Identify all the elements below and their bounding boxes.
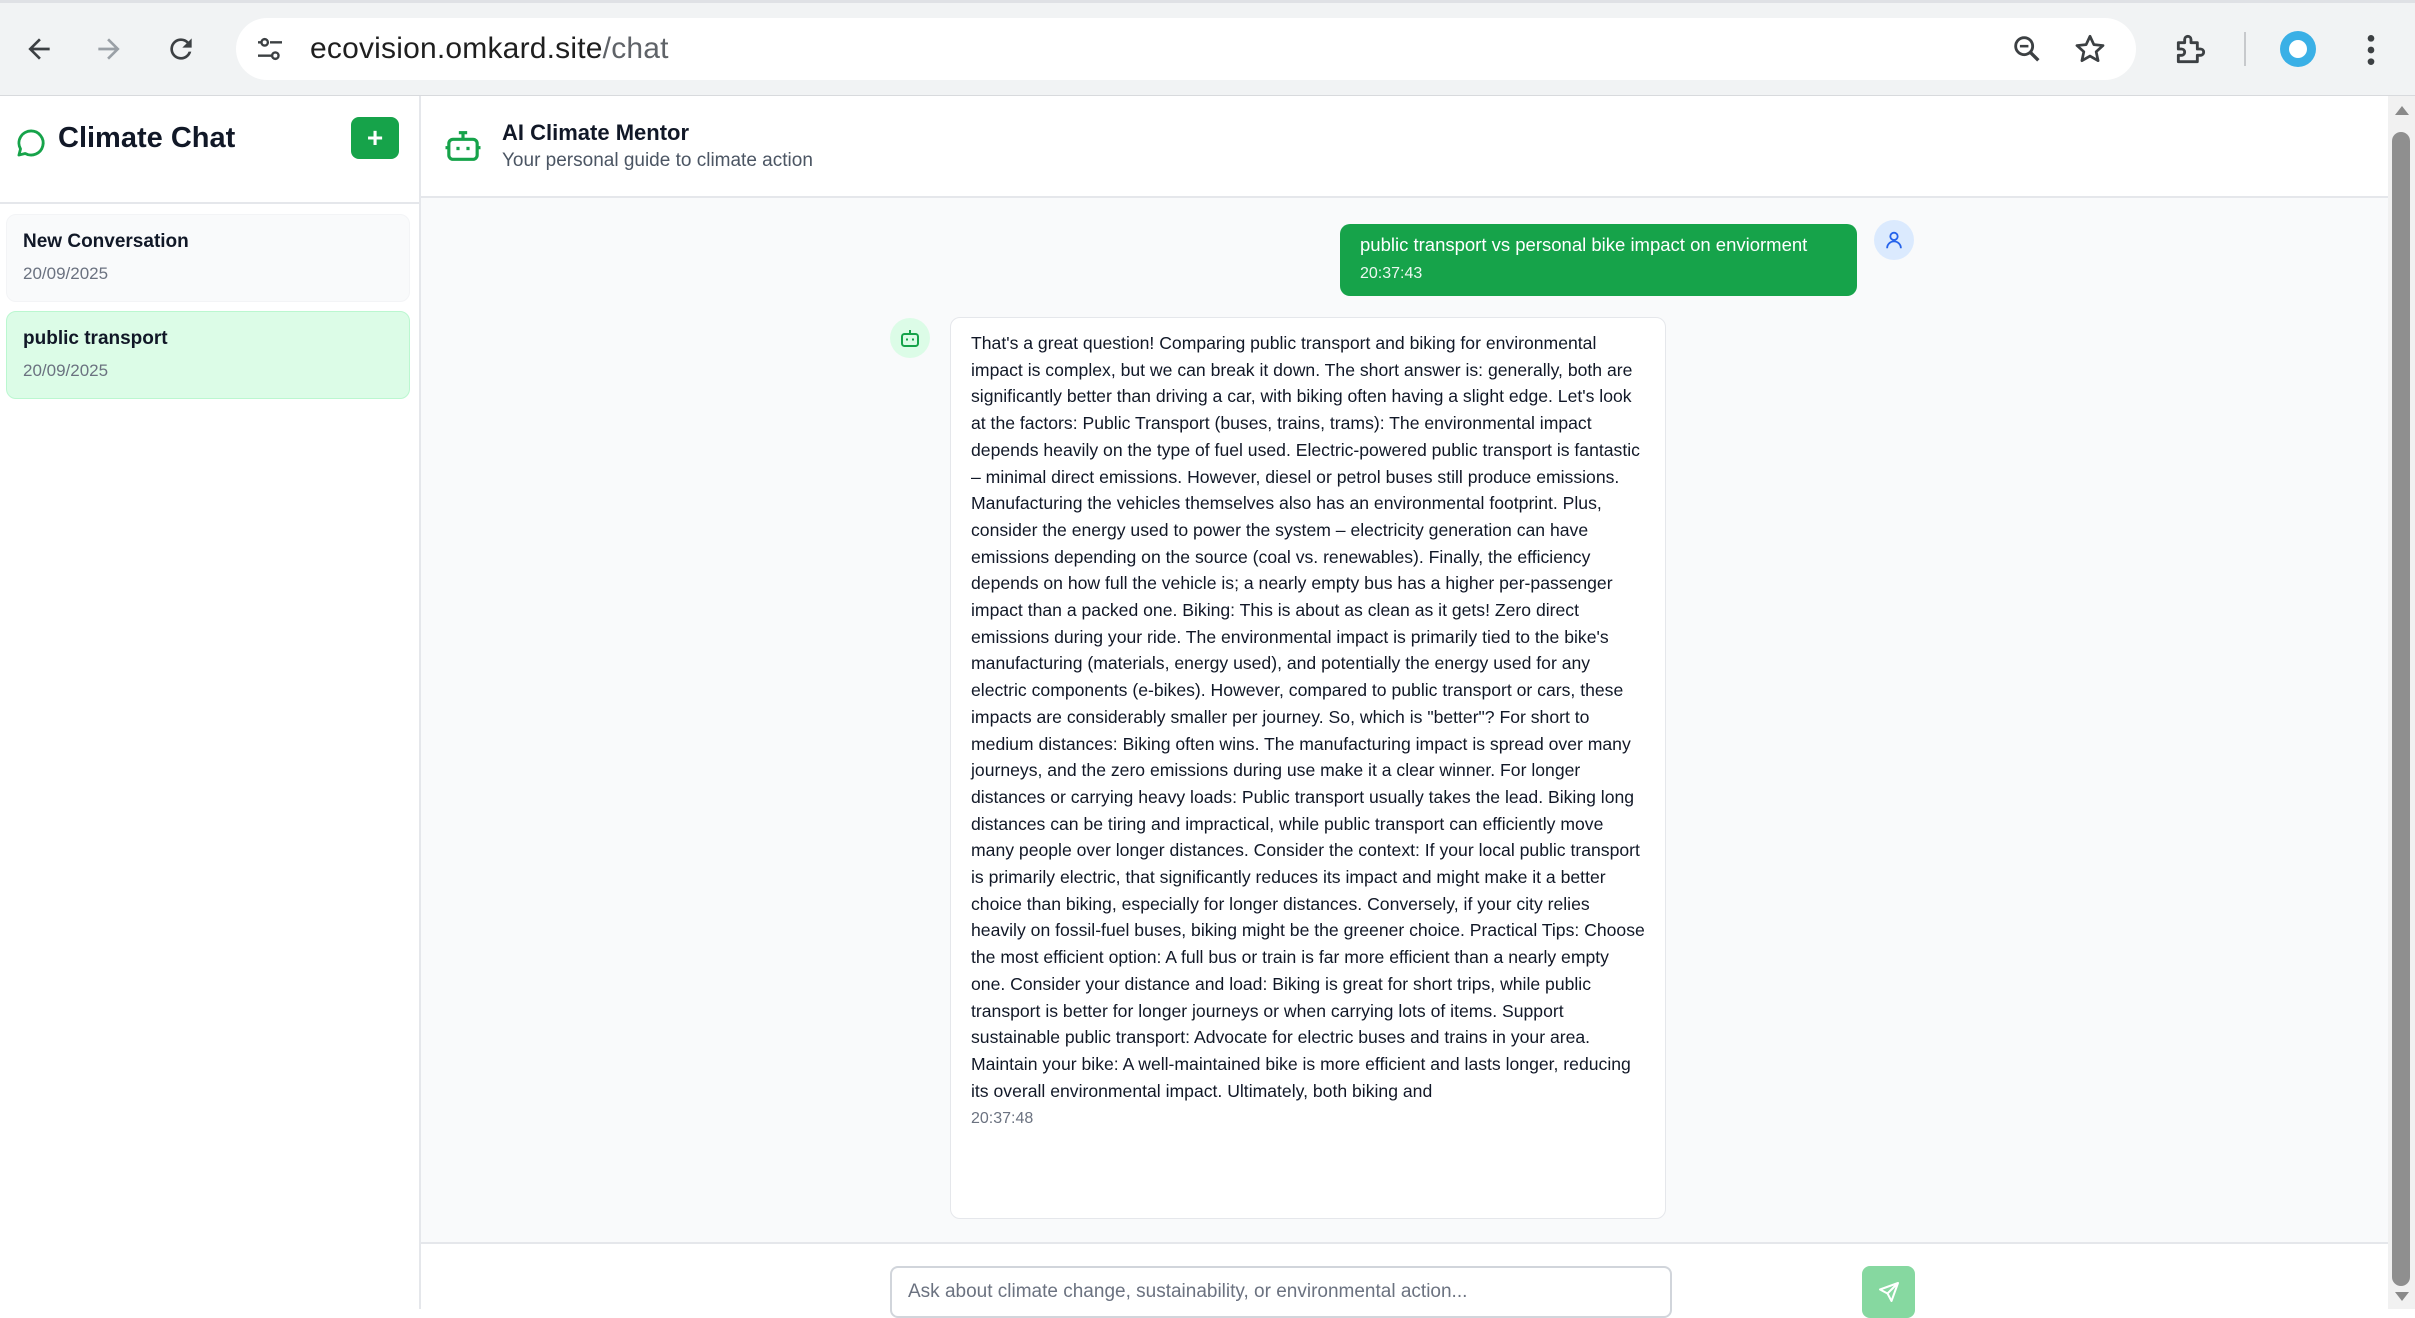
arrow-right-icon <box>98 38 120 60</box>
chat-title: AI Climate Mentor <box>502 120 690 145</box>
composer <box>421 1242 2388 1318</box>
chat-input[interactable] <box>890 1266 1672 1318</box>
chat-bubble-icon <box>17 129 45 157</box>
scroll-thumb[interactable] <box>2392 132 2410 1286</box>
page-scrollbar[interactable] <box>2388 96 2415 1309</box>
arrow-left-icon <box>28 38 50 60</box>
send-icon <box>1878 1282 1899 1302</box>
scroll-up-arrow-icon[interactable] <box>2395 106 2409 115</box>
back-button[interactable] <box>16 26 62 72</box>
profile-avatar[interactable] <box>2280 31 2316 67</box>
message-text: public transport vs personal bike impact… <box>1360 234 1808 255</box>
browser-toolbar: ecovision.omkard.site/chat <box>0 0 2415 96</box>
message-time: 20:37:48 <box>971 1110 1034 1128</box>
message-list: public transport vs personal bike impact… <box>421 198 2388 1219</box>
address-bar[interactable]: ecovision.omkard.site/chat <box>236 18 2136 80</box>
url-path: /chat <box>602 32 669 65</box>
star-icon[interactable] <box>2072 31 2108 67</box>
send-button[interactable] <box>1862 1266 1915 1318</box>
sidebar: Climate Chat + New Conversation 20/09/20… <box>0 96 421 1309</box>
kebab-icon[interactable] <box>2356 30 2386 70</box>
tune-icon[interactable] <box>254 33 286 65</box>
conversation-item[interactable]: New Conversation 20/09/2025 <box>6 214 410 302</box>
url-text[interactable]: ecovision.omkard.site/chat <box>310 32 669 66</box>
sidebar-header: Climate Chat + <box>0 96 419 204</box>
user-avatar <box>1874 220 1914 260</box>
app-root: Climate Chat + New Conversation 20/09/20… <box>0 96 2415 1318</box>
url-host: ecovision.omkard.site <box>310 32 603 65</box>
bot-icon <box>901 330 919 347</box>
tab-strip-edge <box>0 0 2415 3</box>
chat-header: AI Climate Mentor Your personal guide to… <box>421 96 2388 198</box>
forward-button[interactable] <box>86 26 132 72</box>
message-time: 20:37:43 <box>1360 265 1423 282</box>
conversation-list: New Conversation 20/09/2025 public trans… <box>6 214 410 408</box>
message-text: That's a great question! Comparing publi… <box>971 333 1645 1101</box>
conversation-name: public transport <box>23 328 168 349</box>
user-icon <box>1886 231 1902 249</box>
bot-icon <box>445 131 481 161</box>
user-message: public transport vs personal bike impact… <box>1340 224 1857 296</box>
reload-icon <box>170 38 192 60</box>
new-conversation-button[interactable]: + <box>351 117 399 159</box>
reload-button[interactable] <box>158 26 204 72</box>
conversation-name: New Conversation <box>23 231 189 252</box>
chat-subtitle: Your personal guide to climate action <box>502 150 813 171</box>
conversation-item-active[interactable]: public transport 20/09/2025 <box>6 311 410 399</box>
scroll-down-arrow-icon[interactable] <box>2395 1292 2409 1301</box>
chat-main: AI Climate Mentor Your personal guide to… <box>421 96 2388 1318</box>
puzzle-icon[interactable] <box>2172 30 2210 68</box>
conversation-date: 20/09/2025 <box>23 264 109 283</box>
assistant-message: That's a great question! Comparing publi… <box>950 317 1666 1219</box>
toolbar-separator <box>2244 32 2246 66</box>
sidebar-title: Climate Chat <box>58 122 236 154</box>
zoom-icon[interactable] <box>2010 32 2044 66</box>
conversation-date: 20/09/2025 <box>23 361 109 380</box>
assistant-avatar <box>890 318 930 358</box>
